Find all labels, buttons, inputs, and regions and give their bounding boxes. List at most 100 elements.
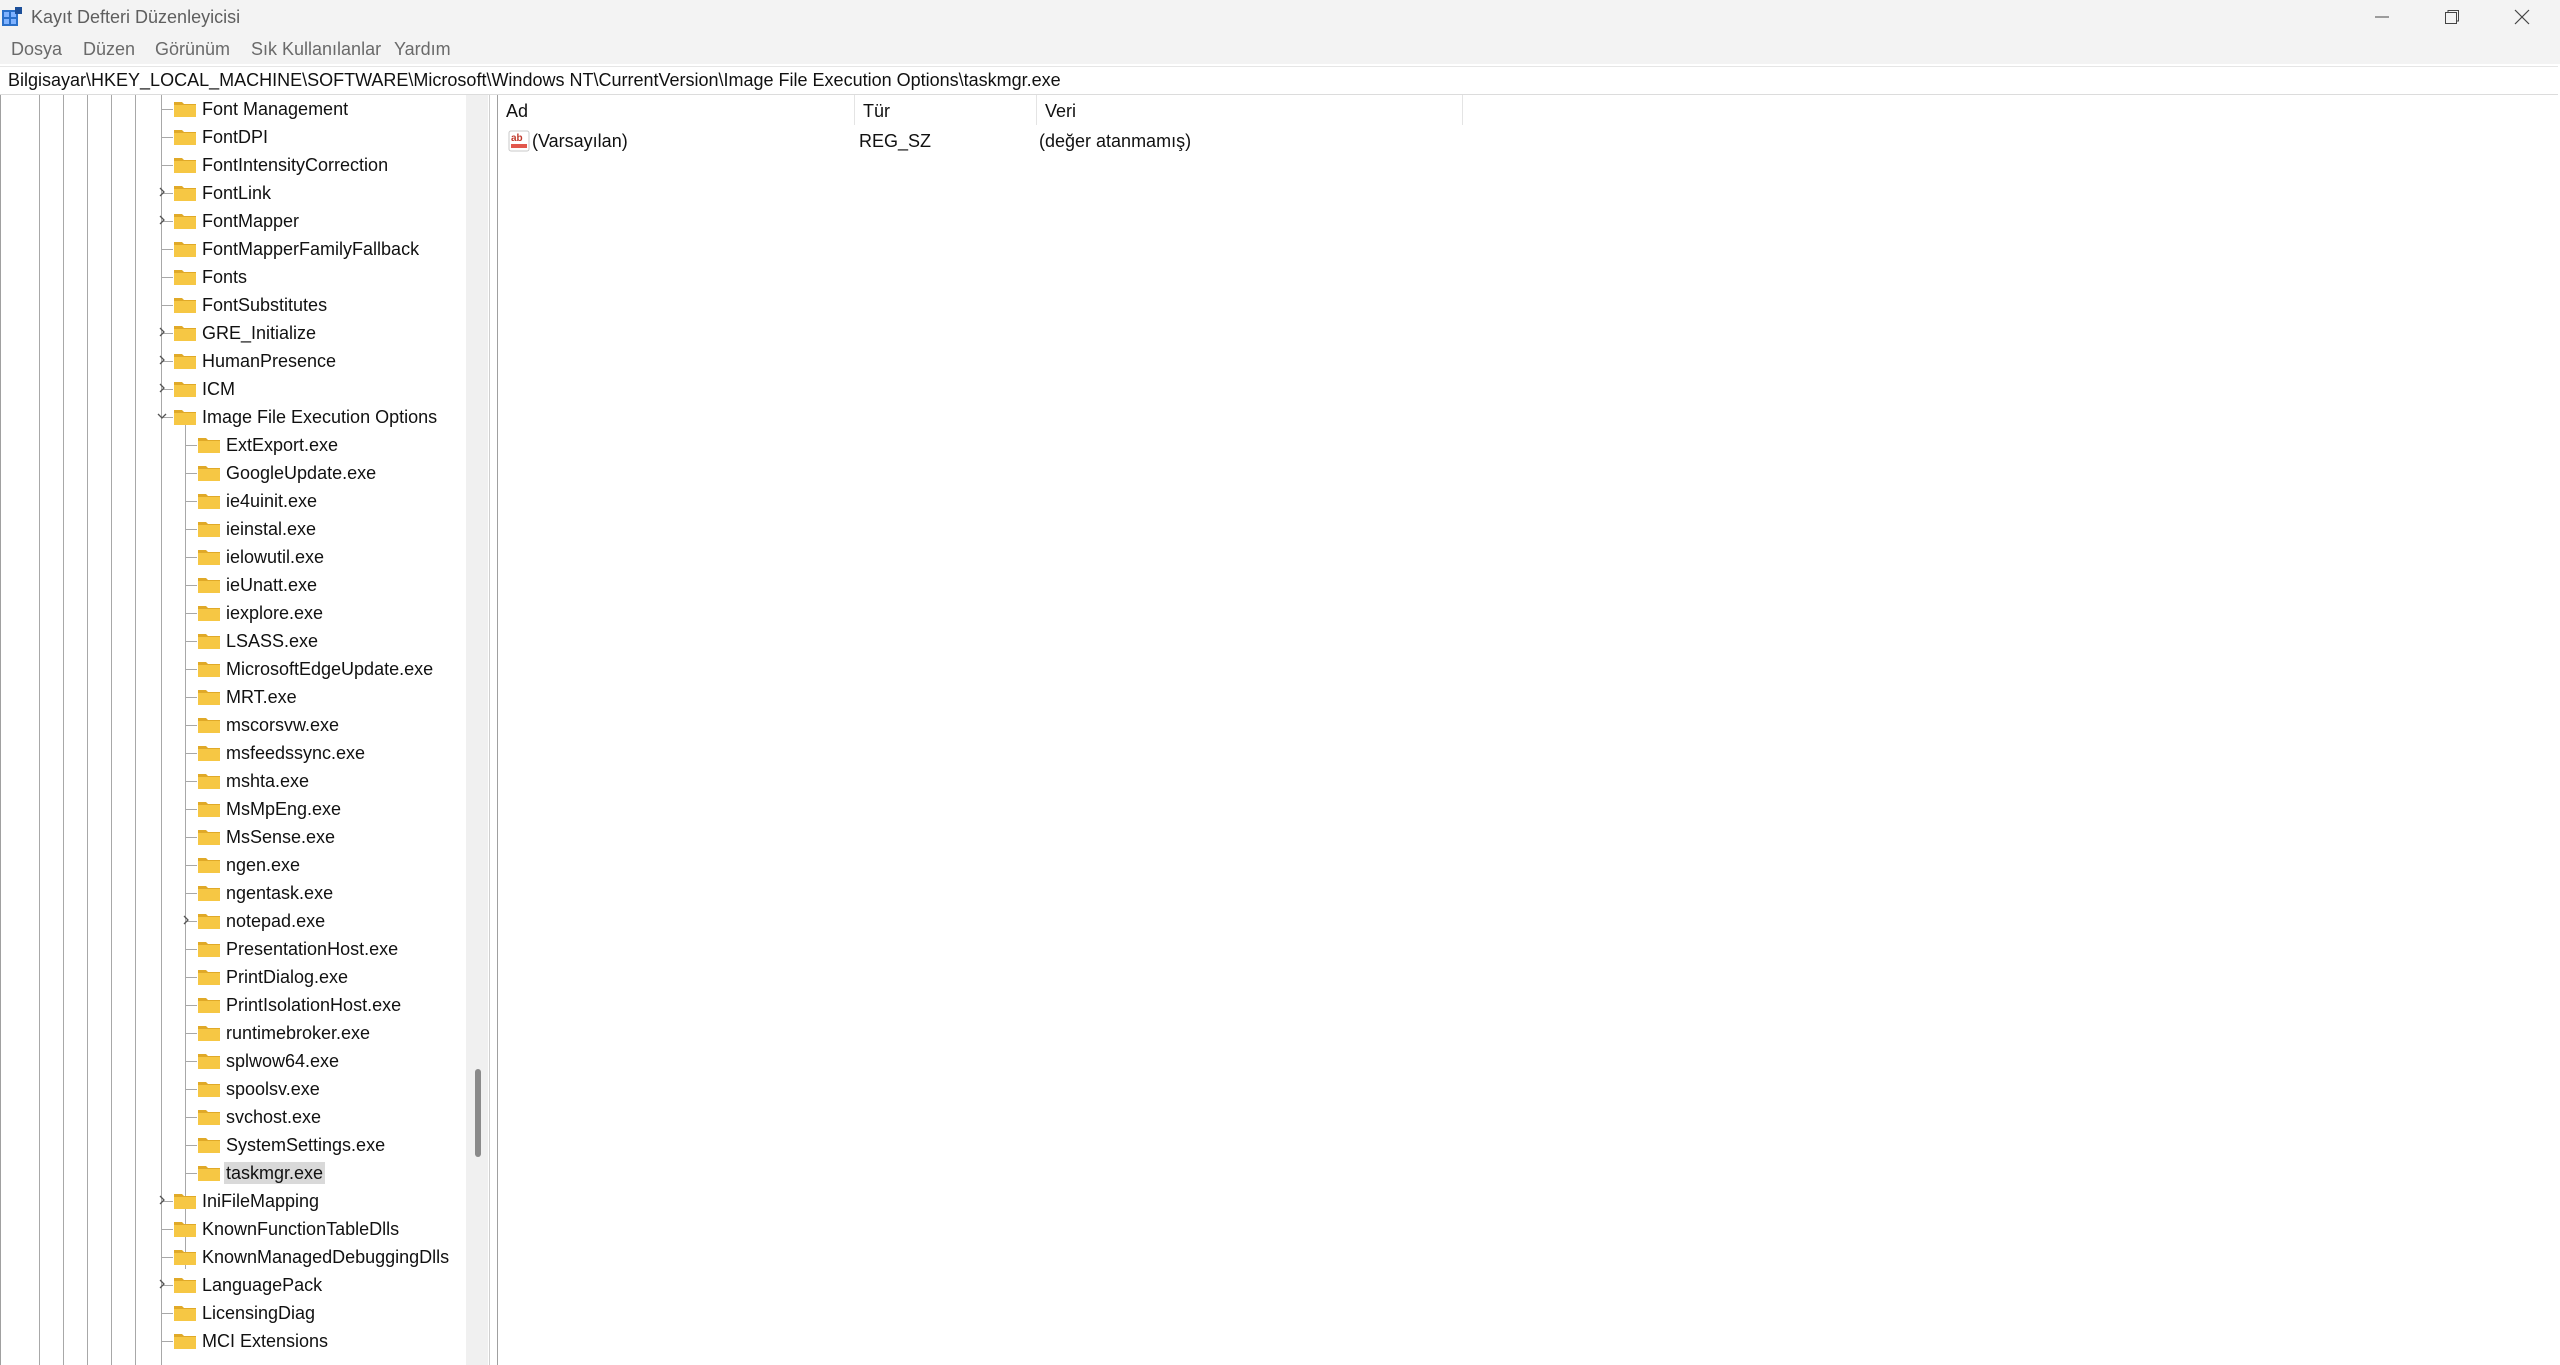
tree-item[interactable]: IniFileMapping <box>1 1187 466 1215</box>
folder-icon <box>174 214 196 229</box>
minimize-button[interactable] <box>2348 0 2416 34</box>
chevron-right-icon[interactable] <box>156 1278 168 1290</box>
tree-item[interactable]: PrintDialog.exe <box>1 963 466 991</box>
tree-item[interactable]: KnownManagedDebuggingDlls <box>1 1243 466 1271</box>
tree-item[interactable]: FontMapper <box>1 207 466 235</box>
tree-item[interactable]: mscorsvw.exe <box>1 711 466 739</box>
column-header-type[interactable]: Tür <box>855 95 1037 125</box>
chevron-right-icon[interactable] <box>156 1194 168 1206</box>
registry-tree[interactable]: Font Management FontDPI FontIntensityCorre… <box>0 95 490 1365</box>
folder-icon <box>174 326 196 341</box>
address-path[interactable]: Bilgisayar\HKEY_LOCAL_MACHINE\SOFTWARE\M… <box>8 70 1061 91</box>
tree-connector <box>161 1313 173 1314</box>
tree-item-label: ngen.exe <box>226 855 301 875</box>
tree-item-label: ielowutil.exe <box>226 547 325 567</box>
tree-item[interactable]: Fonts <box>1 263 466 291</box>
tree-item[interactable]: PrintIsolationHost.exe <box>1 991 466 1019</box>
tree-item[interactable]: mshta.exe <box>1 767 466 795</box>
tree-item[interactable]: GoogleUpdate.exe <box>1 459 466 487</box>
close-button[interactable] <box>2488 0 2556 34</box>
tree-item[interactable]: MsMpEng.exe <box>1 795 466 823</box>
folder-icon <box>174 270 196 285</box>
chevron-right-icon[interactable] <box>156 214 168 226</box>
values-list[interactable]: Ad Tür Veri ab (Varsayılan) REG_SZ (değe… <box>497 95 2560 1365</box>
minimize-icon <box>2375 16 2389 18</box>
value-row[interactable]: ab (Varsayılan) REG_SZ (değer atanmamış) <box>498 127 1698 155</box>
tree-item[interactable]: ExtExport.exe <box>1 431 466 459</box>
tree-item[interactable]: splwow64.exe <box>1 1047 466 1075</box>
tree-item[interactable]: ieUnatt.exe <box>1 571 466 599</box>
tree-item[interactable]: HumanPresence <box>1 347 466 375</box>
tree-scrollbar-thumb[interactable] <box>475 1069 481 1157</box>
tree-connector <box>161 305 173 306</box>
chevron-right-icon[interactable] <box>156 326 168 338</box>
tree-item-label: FontDPI <box>202 127 269 147</box>
tree-item[interactable]: PresentationHost.exe <box>1 935 466 963</box>
tree-connector <box>161 137 173 138</box>
tree-item[interactable]: MsSense.exe <box>1 823 466 851</box>
tree-item[interactable]: GRE_Initialize <box>1 319 466 347</box>
menu-edit[interactable]: Düzen <box>83 39 135 59</box>
chevron-right-icon[interactable] <box>180 914 192 926</box>
menu-file[interactable]: Dosya <box>11 39 62 59</box>
tree-item-label: FontLink <box>202 183 272 203</box>
tree-item[interactable]: FontSubstitutes <box>1 291 466 319</box>
tree-connector <box>161 1229 173 1230</box>
menu-favorites[interactable]: Sık Kullanılanlar <box>251 39 381 59</box>
tree-item[interactable]: ieinstal.exe <box>1 515 466 543</box>
tree-item[interactable]: KnownFunctionTableDlls <box>1 1215 466 1243</box>
tree-connector <box>185 809 197 810</box>
tree-item[interactable]: iexplore.exe <box>1 599 466 627</box>
address-bar[interactable]: Bilgisayar\HKEY_LOCAL_MACHINE\SOFTWARE\M… <box>0 66 2558 95</box>
tree-item[interactable]: FontMapperFamilyFallback <box>1 235 466 263</box>
restore-icon <box>2445 10 2459 24</box>
chevron-right-icon[interactable] <box>156 382 168 394</box>
tree-connector <box>185 641 197 642</box>
tree-item[interactable]: LanguagePack <box>1 1271 466 1299</box>
menu-help[interactable]: Yardım <box>394 39 451 59</box>
tree-item[interactable]: FontIntensityCorrection <box>1 151 466 179</box>
folder-icon <box>198 942 220 957</box>
tree-item[interactable]: FontDPI <box>1 123 466 151</box>
tree-item[interactable]: msfeedssync.exe <box>1 739 466 767</box>
tree-item[interactable]: ngen.exe <box>1 851 466 879</box>
tree-item[interactable]: svchost.exe <box>1 1103 466 1131</box>
tree-item[interactable]: FontLink <box>1 179 466 207</box>
tree-item[interactable]: SystemSettings.exe <box>1 1131 466 1159</box>
tree-item[interactable]: ngentask.exe <box>1 879 466 907</box>
chevron-right-icon[interactable] <box>156 186 168 198</box>
tree-scrollbar[interactable] <box>466 95 488 1365</box>
tree-connector <box>185 893 197 894</box>
tree-item[interactable]: runtimebroker.exe <box>1 1019 466 1047</box>
column-header-label: Veri <box>1045 101 1077 121</box>
folder-icon <box>174 410 196 425</box>
folder-icon <box>174 354 196 369</box>
tree-item[interactable]: MCI Extensions <box>1 1327 466 1355</box>
tree-item[interactable]: ICM <box>1 375 466 403</box>
maximize-button[interactable] <box>2418 0 2486 34</box>
tree-item[interactable]: LSASS.exe <box>1 627 466 655</box>
tree-item[interactable]: Image File Execution Options <box>1 403 466 431</box>
chevron-right-icon[interactable] <box>156 354 168 366</box>
tree-item[interactable]: LicensingDiag <box>1 1299 466 1327</box>
tree-item-label: ExtExport.exe <box>226 435 339 455</box>
chevron-down-icon[interactable] <box>156 410 168 422</box>
tree-item[interactable]: ie4uinit.exe <box>1 487 466 515</box>
tree-item[interactable]: taskmgr.exe <box>1 1159 466 1187</box>
column-header-name[interactable]: Ad <box>498 95 855 125</box>
folder-icon <box>198 578 220 593</box>
tree-item-label: mshta.exe <box>226 771 310 791</box>
column-header-data[interactable]: Veri <box>1037 95 1463 125</box>
tree-connector <box>185 585 197 586</box>
tree-item[interactable]: Font Management <box>1 95 466 123</box>
tree-item[interactable]: MRT.exe <box>1 683 466 711</box>
tree-item[interactable]: MicrosoftEdgeUpdate.exe <box>1 655 466 683</box>
folder-icon <box>198 550 220 565</box>
menu-view[interactable]: Görünüm <box>155 39 230 59</box>
tree-item-label: MsSense.exe <box>226 827 336 847</box>
folder-icon <box>174 1194 196 1209</box>
tree-item[interactable]: notepad.exe <box>1 907 466 935</box>
tree-item-label: taskmgr.exe <box>224 1162 326 1184</box>
tree-item[interactable]: ielowutil.exe <box>1 543 466 571</box>
tree-item[interactable]: spoolsv.exe <box>1 1075 466 1103</box>
